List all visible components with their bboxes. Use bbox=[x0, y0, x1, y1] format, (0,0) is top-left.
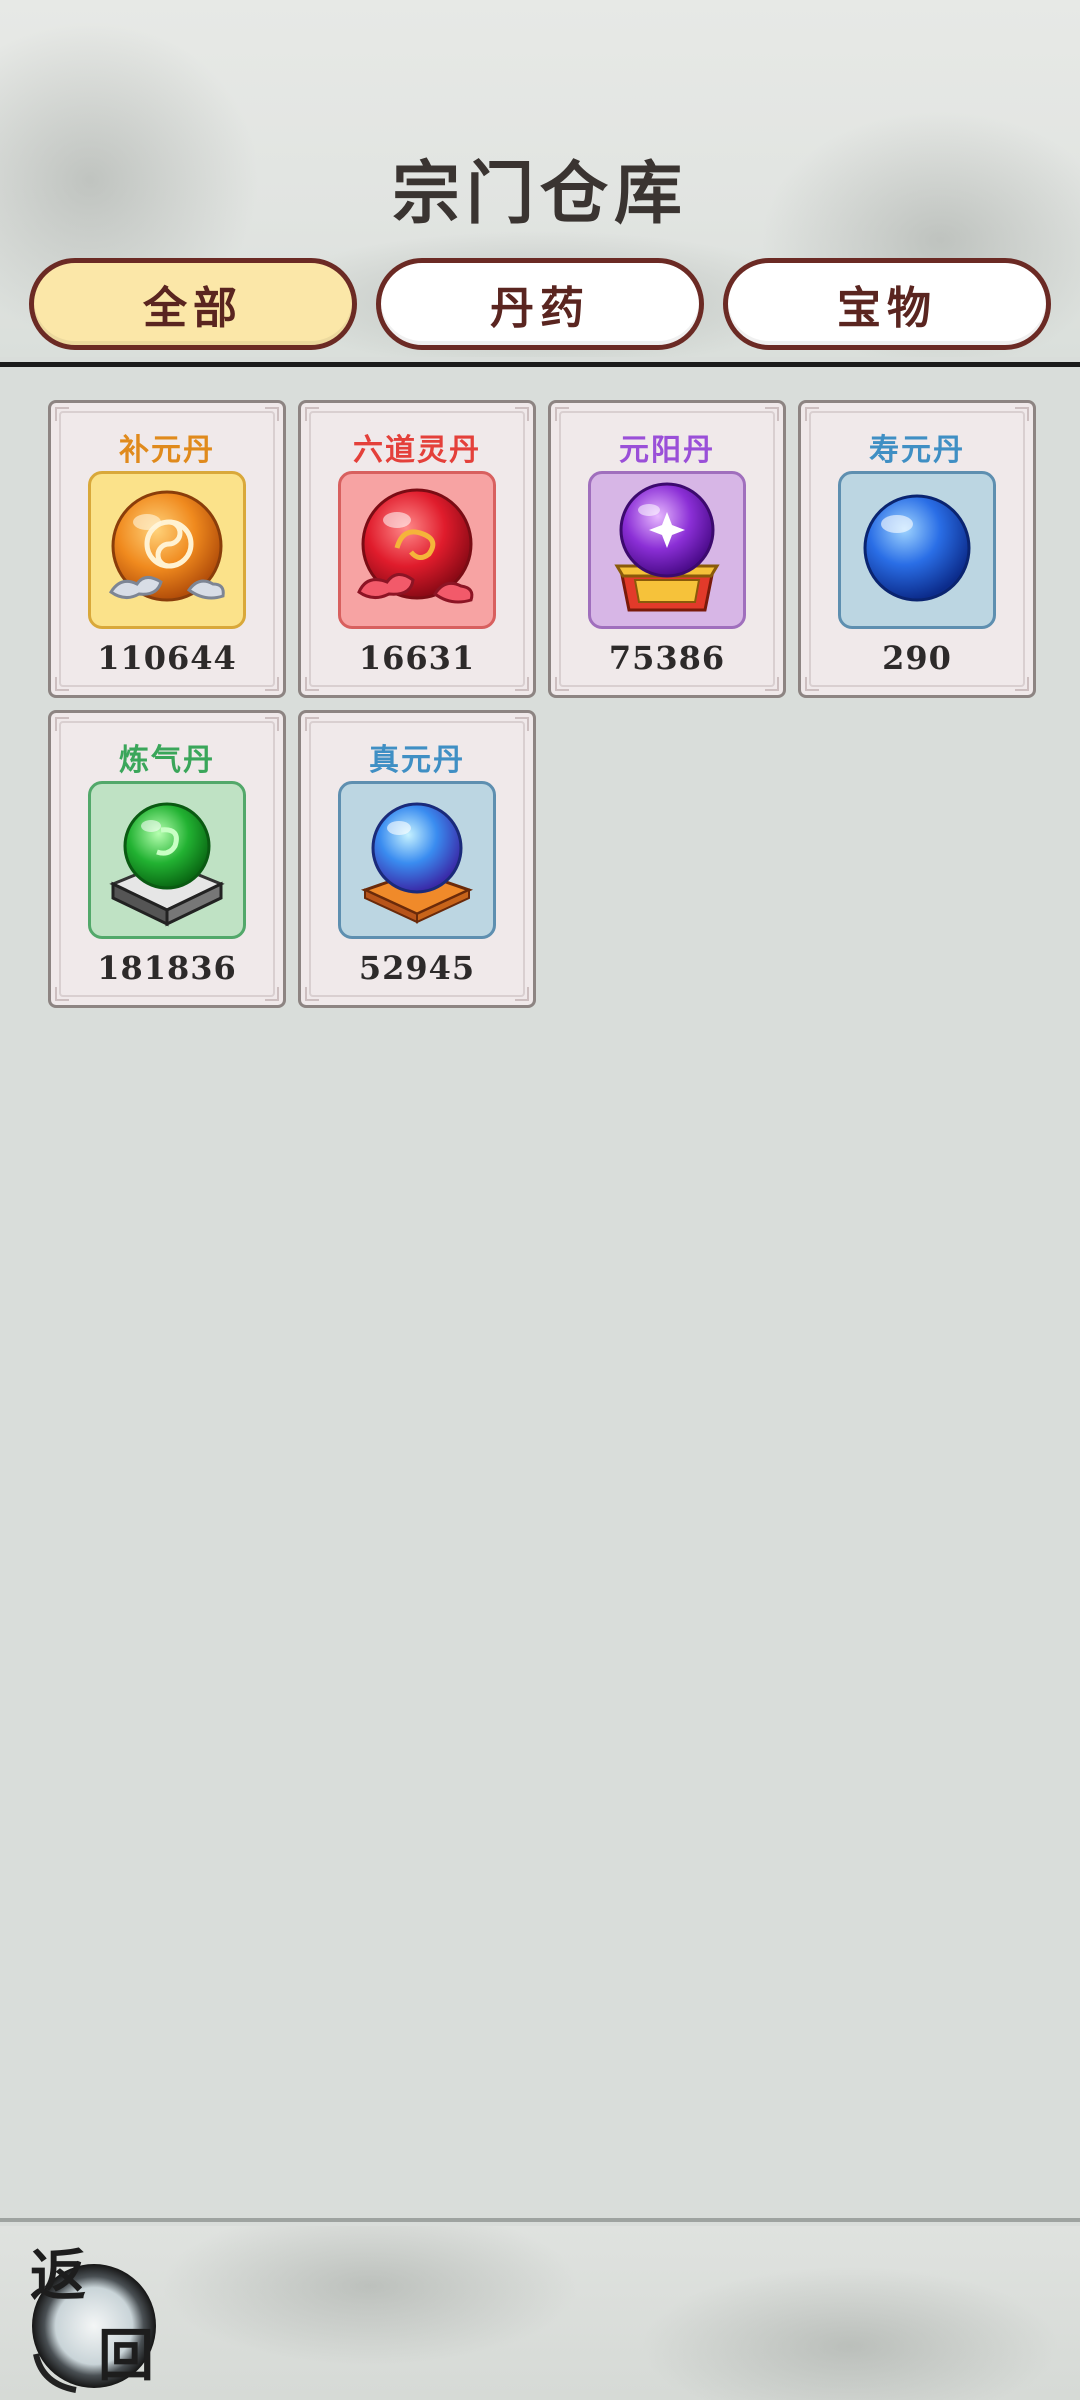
tab-all[interactable]: 全部 bbox=[29, 258, 357, 350]
item-name: 真元丹 bbox=[369, 743, 465, 778]
item-name: 炼气丹 bbox=[119, 743, 215, 778]
item-card[interactable]: 寿元丹 290 bbox=[798, 400, 1036, 698]
item-card[interactable]: 炼气丹 181836 bbox=[48, 710, 286, 1008]
page-title: 宗门仓库 bbox=[391, 154, 688, 234]
header: 宗门仓库 全部 丹药 宝物 bbox=[0, 0, 1080, 357]
item-card[interactable]: 元阳丹 75386 bbox=[548, 400, 786, 698]
header-divider bbox=[0, 362, 1080, 367]
item-count: 181836 bbox=[97, 949, 237, 987]
green-pill-icon bbox=[88, 781, 246, 939]
item-name: 寿元丹 bbox=[869, 433, 965, 468]
back-button[interactable]: 返 回 bbox=[14, 2244, 164, 2394]
item-count: 52945 bbox=[358, 949, 476, 987]
item-name: 补元丹 bbox=[119, 433, 215, 468]
item-card[interactable]: 补元丹 110644 bbox=[48, 400, 286, 698]
back-label-char-1: 返 bbox=[30, 2243, 86, 2309]
item-card[interactable]: 真元丹 52945 bbox=[298, 710, 536, 1008]
back-label-char-2: 回 bbox=[98, 2323, 154, 2389]
item-count: 290 bbox=[882, 639, 952, 677]
tab-pills[interactable]: 丹药 bbox=[376, 258, 704, 350]
footer-divider bbox=[0, 2218, 1080, 2222]
mist-decoration bbox=[160, 2226, 580, 2366]
blue-pill-icon bbox=[838, 471, 996, 629]
item-name: 元阳丹 bbox=[619, 433, 715, 468]
item-count: 16631 bbox=[358, 639, 476, 677]
mist-decoration bbox=[640, 2266, 1060, 2400]
orange-yin-yang-pill-icon bbox=[88, 471, 246, 629]
item-count: 110644 bbox=[97, 639, 237, 677]
item-card[interactable]: 六道灵丹 16631 bbox=[298, 400, 536, 698]
red-cloud-pill-icon bbox=[338, 471, 496, 629]
tab-treasures[interactable]: 宝物 bbox=[723, 258, 1051, 350]
purple-star-pill-icon bbox=[588, 471, 746, 629]
item-count: 75386 bbox=[608, 639, 726, 677]
cyan-pill-icon bbox=[338, 781, 496, 939]
item-name: 六道灵丹 bbox=[353, 433, 481, 468]
